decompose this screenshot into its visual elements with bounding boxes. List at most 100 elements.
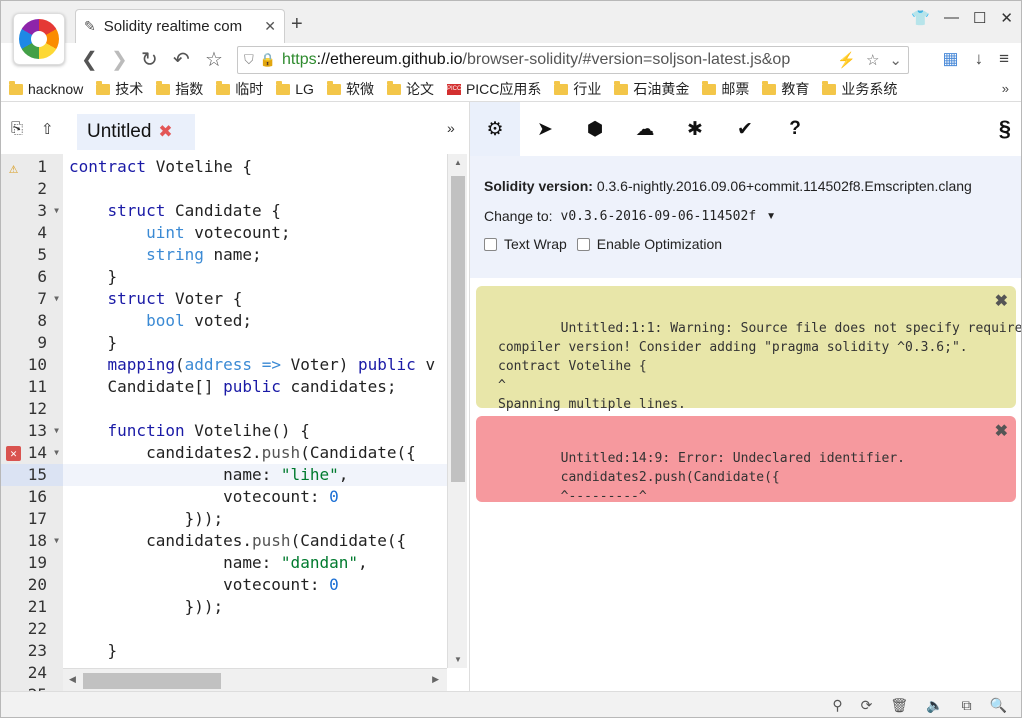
code-line[interactable]: uint votecount; (63, 222, 447, 244)
new-tab-button[interactable]: + (291, 13, 303, 36)
fold-arrow-icon[interactable]: ▼ (54, 420, 59, 442)
gutter-line[interactable]: 22 (1, 618, 63, 640)
bookmark-item[interactable]: 临时 (216, 79, 263, 99)
error-icon[interactable]: ✕ (6, 446, 21, 461)
gutter-line[interactable]: 6 (1, 266, 63, 288)
scroll-down-icon[interactable]: ▼ (454, 655, 462, 664)
version-select[interactable]: v0.3.6-2016-09-06-114502f (561, 209, 757, 224)
code-line[interactable]: string name; (63, 244, 447, 266)
gutter-line[interactable]: 4 (1, 222, 63, 244)
gutter-line[interactable]: 19 (1, 552, 63, 574)
dropdown-chevron-icon[interactable]: ⌄ (889, 51, 902, 69)
scroll-right-icon[interactable]: ▶ (432, 674, 439, 685)
bookmark-item[interactable]: 论文 (386, 79, 434, 99)
code-line[interactable]: } (63, 640, 447, 662)
close-window-icon[interactable]: ✕ (1000, 9, 1013, 27)
horizontal-scroll-thumb[interactable] (83, 673, 221, 689)
scroll-up-icon[interactable]: ▲ (454, 158, 462, 167)
gutter-line[interactable]: 13 ▼ (1, 420, 63, 442)
back-icon[interactable]: ❮ (81, 47, 98, 72)
bookmark-item[interactable]: 行业 (554, 79, 601, 99)
refresh-icon[interactable]: ⟳ (861, 697, 873, 714)
window-icon[interactable]: ⧉ (962, 697, 972, 714)
new-file-icon[interactable]: ⎘ (11, 120, 23, 137)
text-wrap-checkbox[interactable] (484, 237, 497, 251)
gutter-line[interactable]: 3 ▼ (1, 200, 63, 222)
code-line[interactable] (63, 618, 447, 640)
code-area[interactable]: contract Votelihe { struct Candidate { u… (63, 154, 447, 668)
fold-arrow-icon[interactable]: ▼ (54, 288, 59, 310)
code-line[interactable]: function Votelihe() { (63, 420, 447, 442)
tab-settings[interactable]: ⚙ (470, 102, 520, 156)
code-line[interactable]: struct Voter { (63, 288, 447, 310)
code-line[interactable]: })); (63, 508, 447, 530)
gutter-line[interactable]: 12 (1, 398, 63, 420)
gutter-line[interactable]: 10 (1, 354, 63, 376)
undo-icon[interactable]: ↶ (173, 47, 190, 72)
shield-icon[interactable]: ⛉ (244, 52, 254, 68)
gutter-line[interactable]: 23 (1, 640, 63, 662)
error-close-icon[interactable]: ✖ (995, 422, 1008, 441)
lightning-icon[interactable]: ⚡ (837, 51, 856, 69)
remix-logo-icon[interactable]: § (999, 116, 1011, 142)
tab-publish[interactable]: ☁ (620, 102, 670, 156)
bookmark-item[interactable]: 指数 (156, 79, 203, 99)
gutter-line[interactable]: 2 (1, 178, 63, 200)
code-line[interactable]: name: "dandan", (63, 552, 447, 574)
bookmark-item[interactable]: 教育 (762, 79, 809, 99)
tab-contract[interactable]: ⬢ (570, 102, 620, 156)
gutter-line[interactable]: 1 ⚠ (1, 156, 63, 178)
minimize-icon[interactable]: — (944, 9, 959, 27)
reload-icon[interactable]: ↻ (141, 47, 158, 72)
file-tab-untitled[interactable]: Untitled ✖ (77, 114, 195, 150)
tab-run[interactable]: ➤ (520, 102, 570, 156)
code-line[interactable]: } (63, 266, 447, 288)
gutter-line[interactable]: 24 (1, 662, 63, 684)
warning-close-icon[interactable]: ✖ (995, 292, 1008, 311)
file-close-icon[interactable]: ✖ (158, 122, 172, 142)
trash-icon[interactable]: 🗑 (890, 697, 908, 714)
optimization-checkbox[interactable] (576, 237, 590, 251)
bookmarks-more[interactable]: » (1002, 81, 1009, 96)
code-line[interactable] (63, 398, 447, 420)
gutter-line[interactable]: 14 ▼ ✕ (1, 442, 63, 464)
gutter-line[interactable]: 17 (1, 508, 63, 530)
fold-arrow-icon[interactable]: ▼ (54, 200, 59, 222)
gutter-line[interactable]: 20 (1, 574, 63, 596)
apps-grid-icon[interactable]: ▦ (943, 49, 959, 69)
gutter-line[interactable]: 9 (1, 332, 63, 354)
gutter-line[interactable]: 8 (1, 310, 63, 332)
browser-logo[interactable] (13, 13, 65, 65)
bookmark-star-icon[interactable]: ☆ (205, 47, 223, 72)
code-line[interactable]: votecount: 0 (63, 574, 447, 596)
gutter-line[interactable]: 15 (1, 464, 63, 486)
maximize-icon[interactable]: ☐ (973, 9, 986, 27)
code-line[interactable]: candidates.push(Candidate({ (63, 530, 447, 552)
code-editor[interactable]: 1 ⚠ 2 3 ▼ 4 5 6 7 ▼ 8 9 10 11 12 13 ▼ 14 ▼ ✕ 15 16 17 18 ▼ 19 20 21… (1, 154, 467, 692)
gutter-line[interactable]: 21 (1, 596, 63, 618)
code-line[interactable]: Candidate[] public candidates; (63, 376, 447, 398)
zoom-icon[interactable]: 🔍 (990, 697, 1007, 714)
browser-tab[interactable]: ✎ Solidity realtime com ✕ (75, 9, 285, 43)
gutter-line[interactable]: 5 (1, 244, 63, 266)
lock-icon[interactable]: 🔒 (260, 52, 276, 68)
bookmark-item[interactable]: LG (276, 80, 314, 97)
volume-icon[interactable]: 🔈 (926, 697, 943, 714)
favorite-star-icon[interactable]: ☆ (866, 51, 879, 69)
tab-analysis[interactable]: ✔ (720, 102, 770, 156)
code-line[interactable]: struct Candidate { (63, 200, 447, 222)
vertical-scrollbar[interactable]: ▲ ▼ (447, 154, 467, 668)
scroll-left-icon[interactable]: ◀ (69, 674, 76, 685)
gutter-line[interactable]: 7 ▼ (1, 288, 63, 310)
code-line[interactable]: mapping(address => Voter) public v (63, 354, 447, 376)
code-line[interactable] (63, 178, 447, 200)
forward-icon[interactable]: ❯ (111, 47, 128, 72)
warning-icon[interactable]: ⚠ (6, 159, 21, 177)
bookmark-item[interactable]: 软微 (326, 79, 374, 99)
bookmark-item[interactable]: 石油黄金 (614, 79, 689, 99)
bookmark-item[interactable]: 技术 (96, 79, 143, 99)
menu-icon[interactable]: ≡ (999, 49, 1009, 69)
gutter-line[interactable]: 16 (1, 486, 63, 508)
horizontal-scrollbar[interactable]: ◀ ▶ (63, 668, 447, 692)
bookmark-item[interactable]: 邮票 (702, 79, 749, 99)
